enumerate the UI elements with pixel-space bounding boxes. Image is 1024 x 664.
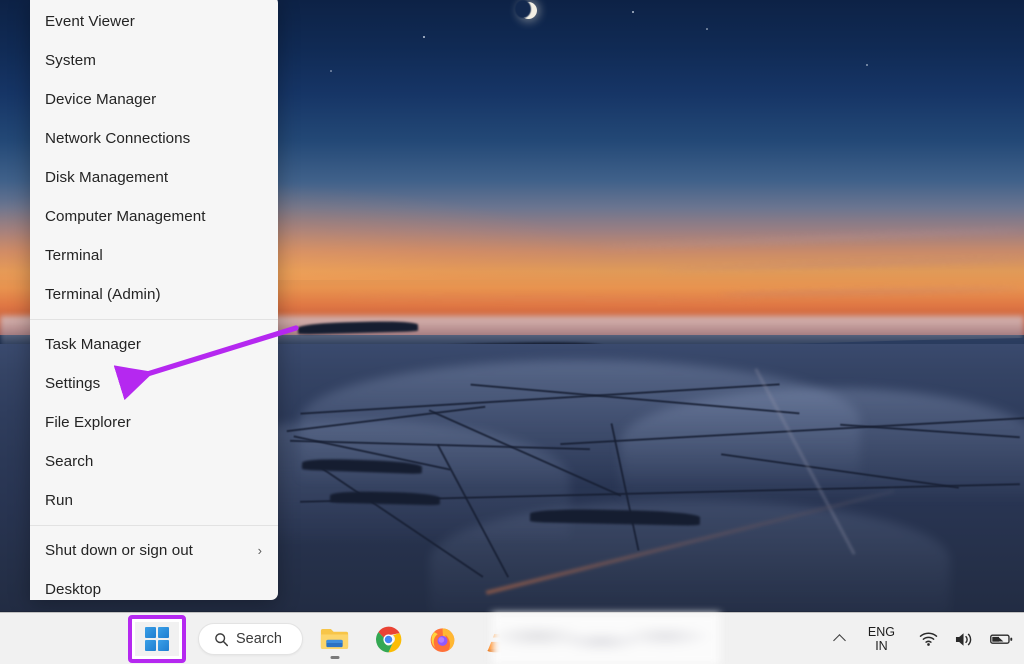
menu-item-file-explorer[interactable]: File Explorer [30,403,278,442]
snow-hill [620,388,1024,498]
menu-item-desktop[interactable]: Desktop [30,570,278,600]
menu-item-search[interactable]: Search [30,442,278,481]
chevron-right-icon: › [258,544,266,557]
menu-item-label: Disk Management [45,169,266,186]
language-line-1: ENG [868,625,895,639]
menu-item-label: Shut down or sign out [45,542,258,559]
search-icon [214,632,229,647]
menu-item-label: File Explorer [45,414,266,431]
menu-item-label: Terminal (Admin) [45,286,266,303]
menu-item-terminal-admin[interactable]: Terminal (Admin) [30,275,278,314]
menu-item-event-viewer[interactable]: Event Viewer [30,2,278,41]
menu-list: Event Viewer System Device Manager Network … [30,0,278,600]
search-input[interactable]: Search [198,623,303,655]
star [866,64,868,66]
system-tray: ENG IN [828,613,1020,664]
screen: Event Viewer System Device Manager Network … [0,0,1024,664]
menu-item-label: Search [45,453,266,470]
menu-item-label: Network Connections [45,130,266,147]
taskbar[interactable]: Search [0,612,1024,664]
search-label: Search [236,631,282,647]
taskbar-app-chrome[interactable] [367,617,411,661]
taskbar-app-firefox[interactable] [421,617,465,661]
battery-button[interactable] [983,619,1020,659]
star [706,28,708,30]
tray-overflow-button[interactable] [828,619,851,659]
menu-item-device-manager[interactable]: Device Manager [30,80,278,119]
menu-item-label: Computer Management [45,208,266,225]
menu-item-label: Task Manager [45,336,266,353]
firefox-icon [429,626,456,653]
menu-item-label: Run [45,492,266,509]
chevron-up-icon [833,634,846,647]
taskbar-app-area: Search [128,613,519,664]
language-indicator[interactable]: ENG IN [853,619,910,659]
menu-item-disk-management[interactable]: Disk Management [30,158,278,197]
menu-separator [30,525,278,526]
redacted-taskbar-region [492,613,720,664]
star [330,70,332,72]
menu-item-network-connections[interactable]: Network Connections [30,119,278,158]
battery-icon [990,632,1013,646]
windows-logo-icon [145,627,169,651]
menu-item-label: Terminal [45,247,266,264]
language-line-2: IN [875,639,888,653]
crescent-moon [520,2,537,19]
running-indicator [330,656,339,659]
menu-item-label: Device Manager [45,91,266,108]
menu-item-system[interactable]: System [30,41,278,80]
start-button[interactable] [128,614,186,664]
menu-item-terminal[interactable]: Terminal [30,236,278,275]
star [632,11,634,13]
menu-item-run[interactable]: Run [30,481,278,520]
menu-item-shut-down-or-sign-out[interactable]: Shut down or sign out› [30,531,278,570]
menu-item-settings[interactable]: Settings [30,364,278,403]
wifi-icon [919,631,938,647]
file-explorer-icon [320,626,349,652]
menu-item-computer-management[interactable]: Computer Management [30,197,278,236]
network-button[interactable] [912,619,945,659]
chrome-icon [375,626,402,653]
menu-item-task-manager[interactable]: Task Manager [30,325,278,364]
power-user-menu[interactable]: Event Viewer System Device Manager Network … [30,0,278,600]
menu-separator [30,319,278,320]
taskbar-app-file-explorer[interactable] [313,617,357,661]
menu-item-label: Event Viewer [45,13,266,30]
menu-item-label: Settings [45,375,266,392]
menu-item-label: Desktop [45,581,266,598]
volume-button[interactable] [947,619,981,659]
speaker-icon [954,631,974,648]
menu-item-label: System [45,52,266,69]
